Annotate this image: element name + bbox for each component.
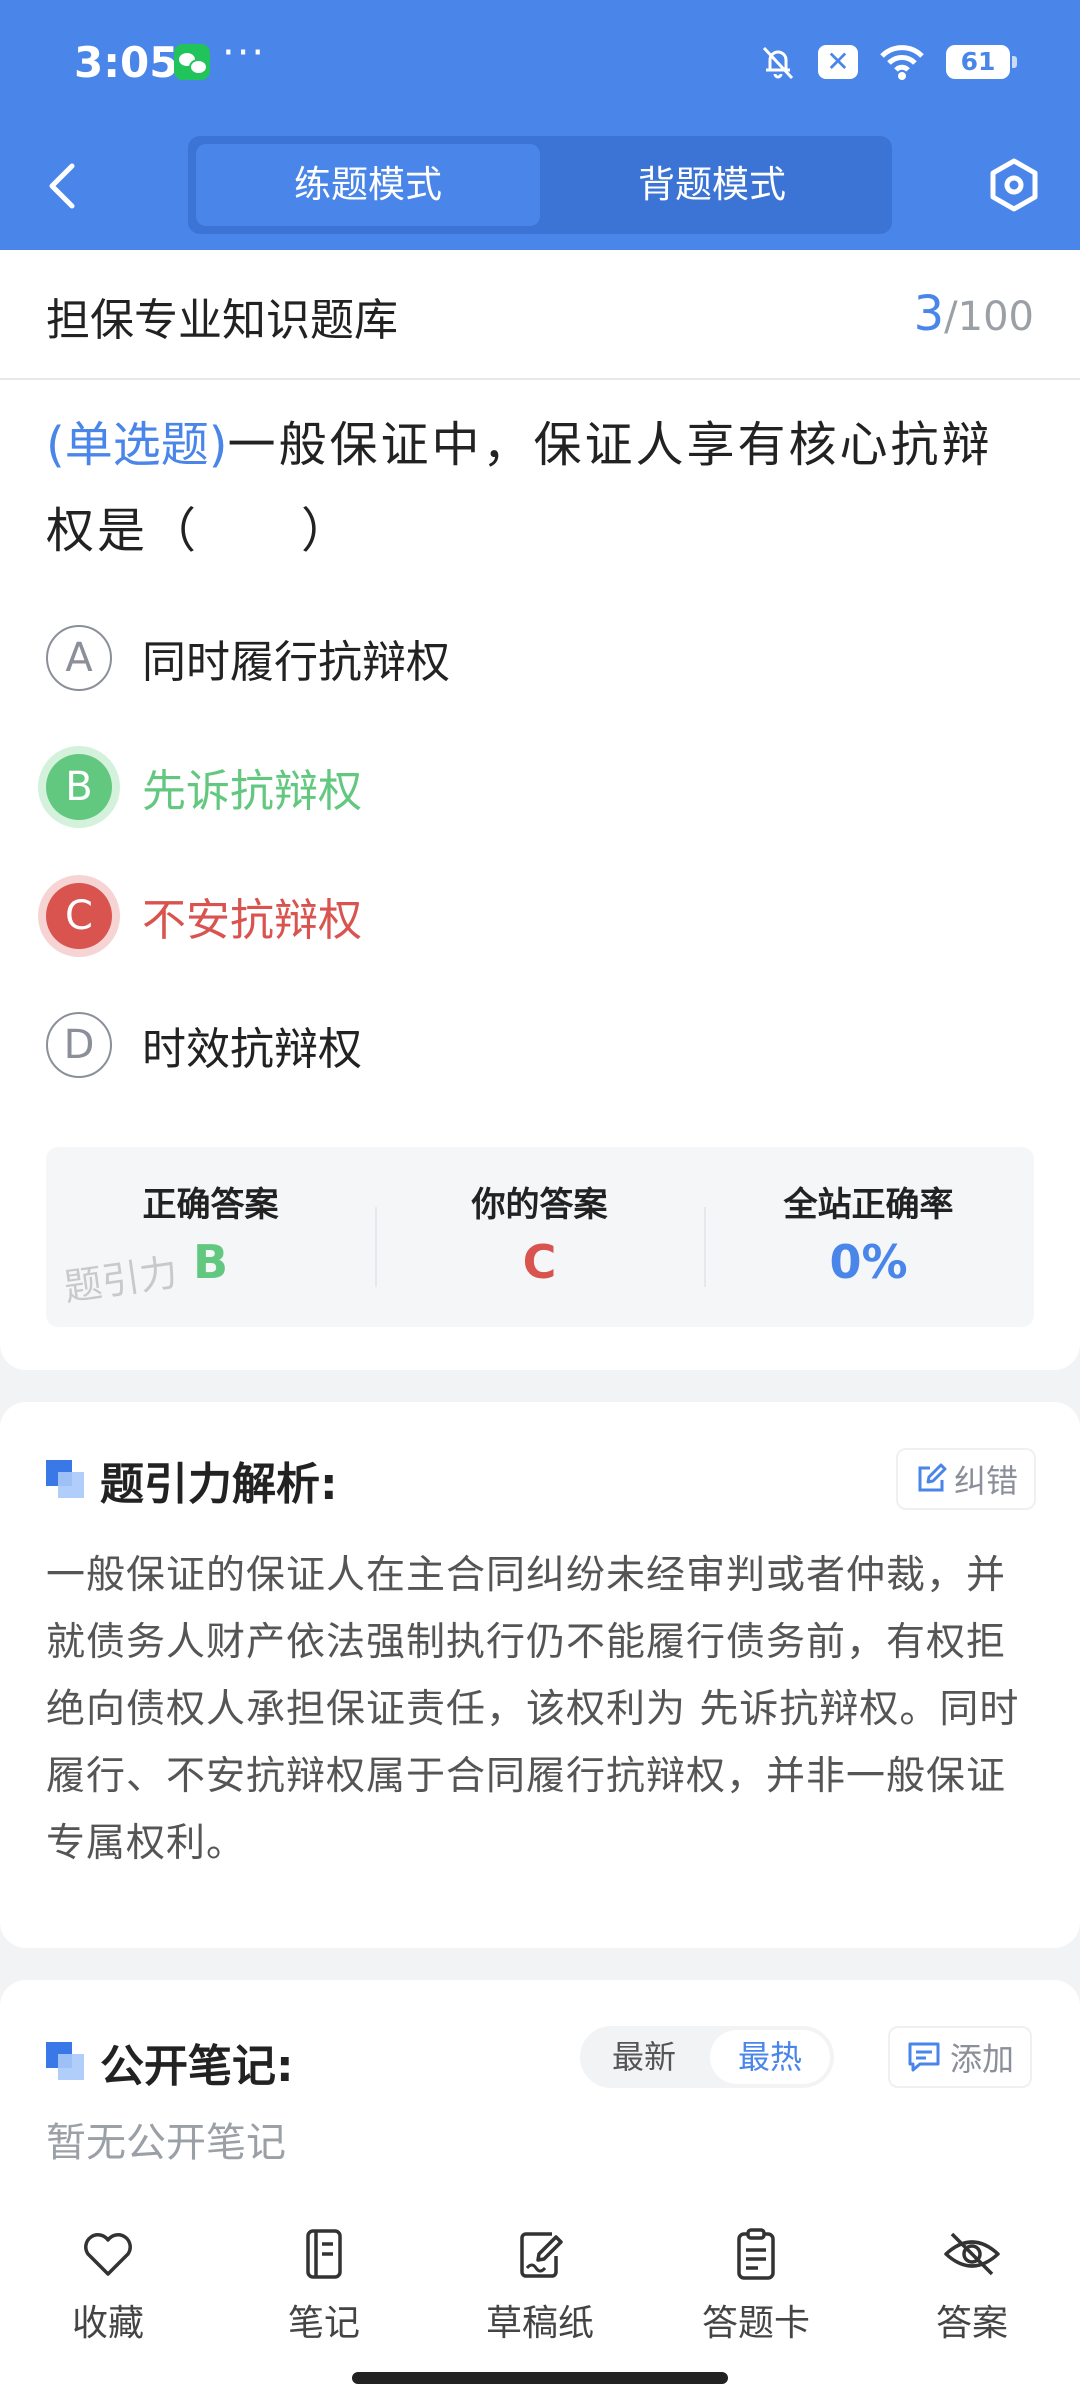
option-d[interactable]: D 时效抗辩权 [46,1009,946,1081]
empty-notes-text: 暂无公开笔记 [46,2120,286,2166]
comment-icon [908,2042,940,2072]
chevron-left-icon [49,163,75,209]
tab-label: 收藏 [71,2303,144,2344]
home-indicator[interactable] [352,2372,728,2384]
edit-icon [918,1463,947,1492]
your-answer-label: 你的答案 [471,1185,608,1225]
question-progress: 3/100 [914,286,1034,342]
back-button[interactable] [40,158,90,214]
section-square-icon [46,2042,86,2082]
bottom-tab-bar: 收藏 笔记 草稿纸 答题卡 答案 [0,2182,1080,2400]
tab-label: 答案 [935,2303,1008,2344]
section-square-icon [46,1460,86,1500]
option-key: A [46,625,112,691]
option-key: C [46,883,112,949]
tab-notes[interactable]: 笔记 [244,2226,404,2346]
report-error-button[interactable]: 纠错 [898,1450,1035,1508]
option-key: D [46,1012,112,1078]
current-question-number: 3 [913,286,945,342]
tab-answer-card[interactable]: 答题卡 [676,2226,836,2346]
battery-icon: 61 [946,45,1017,79]
top-header: 3:05 ··· ✕ 61 练题模式 背题模式 [0,0,1080,250]
add-note-button[interactable]: 添加 [890,2028,1031,2086]
accuracy-col: 全站正确率 0% [704,1147,1033,1327]
eye-off-icon [944,2232,1000,2276]
analysis-title: 题引力解析: [46,1448,338,1512]
notebook-icon [306,2229,342,2279]
option-key: B [46,754,112,820]
settings-button[interactable] [984,155,1044,215]
wifi-icon [880,45,924,80]
tab-memorize-mode[interactable]: 背题模式 [540,144,884,226]
dismiss-notification-icon: ✕ [818,45,858,79]
correct-answer-label: 正确答案 [142,1185,279,1225]
analysis-card: 题引力解析: 纠错 一般保证的保证人在主合同纠纷未经审判或者仲裁，并就债务人财产… [0,1402,1080,1948]
analysis-title-text: 题引力解析: [100,1459,338,1510]
option-a[interactable]: A 同时履行抗辩权 [46,622,946,694]
question-type: (单选题) [46,417,228,473]
notes-sort-toggle: 最新 最热 [580,2026,834,2088]
option-c[interactable]: C 不安抗辩权 [46,880,946,952]
option-b[interactable]: B 先诉抗辩权 [46,751,946,823]
option-text: 先诉抗辩权 [142,766,362,817]
option-text: 同时履行抗辩权 [142,637,450,688]
sort-hot[interactable]: 最热 [710,2030,830,2084]
question-stem: (单选题)一般保证中，保证人享有核心抗辩权是（ ） [46,402,1036,574]
analysis-text: 一般保证的保证人在主合同纠纷未经审判或者仲裁，并就债务人财产依法强制执行仍不能履… [46,1553,1020,1866]
bell-off-icon [762,46,794,80]
wechat-notification-icon [174,44,210,80]
answer-card-icon [737,2228,775,2280]
question-bank-title: 担保专业知识题库 [46,295,398,346]
report-error-label: 纠错 [954,1462,1019,1500]
draft-icon [520,2232,563,2278]
tab-answer[interactable]: 答案 [892,2226,1052,2346]
status-bar: 3:05 ··· ✕ 61 [0,0,1080,125]
sort-latest[interactable]: 最新 [584,2030,704,2084]
more-notifications-icon: ··· [222,30,267,76]
accuracy-label: 全站正确率 [783,1185,954,1225]
total-questions: /100 [944,294,1034,340]
tab-label: 笔记 [287,2303,360,2344]
notes-title: 公开笔记: [46,2030,294,2094]
tab-favorite[interactable]: 收藏 [28,2226,188,2346]
answer-result-panel: 正确答案 B 你的答案 C 全站正确率 0% 题引力 [46,1147,1034,1327]
option-text: 时效抗辩权 [142,1024,362,1075]
notes-title-text: 公开笔记: [100,2041,294,2092]
question-card: 担保专业知识题库 3/100 (单选题)一般保证中，保证人享有核心抗辩权是（ ）… [0,250,1080,1370]
status-time: 3:05 [74,38,179,87]
option-text: 不安抗辩权 [142,895,362,946]
add-note-label: 添加 [950,2040,1015,2078]
tab-label: 草稿纸 [485,2303,594,2344]
mode-switch: 练题模式 背题模式 [188,136,892,234]
status-icons: ✕ 61 [758,40,1017,84]
your-answer-value: C [522,1235,557,1289]
tab-practice-mode[interactable]: 练题模式 [196,144,540,226]
settings-icon [990,158,1038,212]
your-answer-col: 你的答案 C [375,1147,704,1327]
accuracy-value: 0% [829,1235,908,1289]
tab-draft-paper[interactable]: 草稿纸 [460,2226,620,2346]
divider [0,378,1080,380]
heart-icon [84,2233,132,2276]
tab-label: 答题卡 [701,2303,810,2344]
